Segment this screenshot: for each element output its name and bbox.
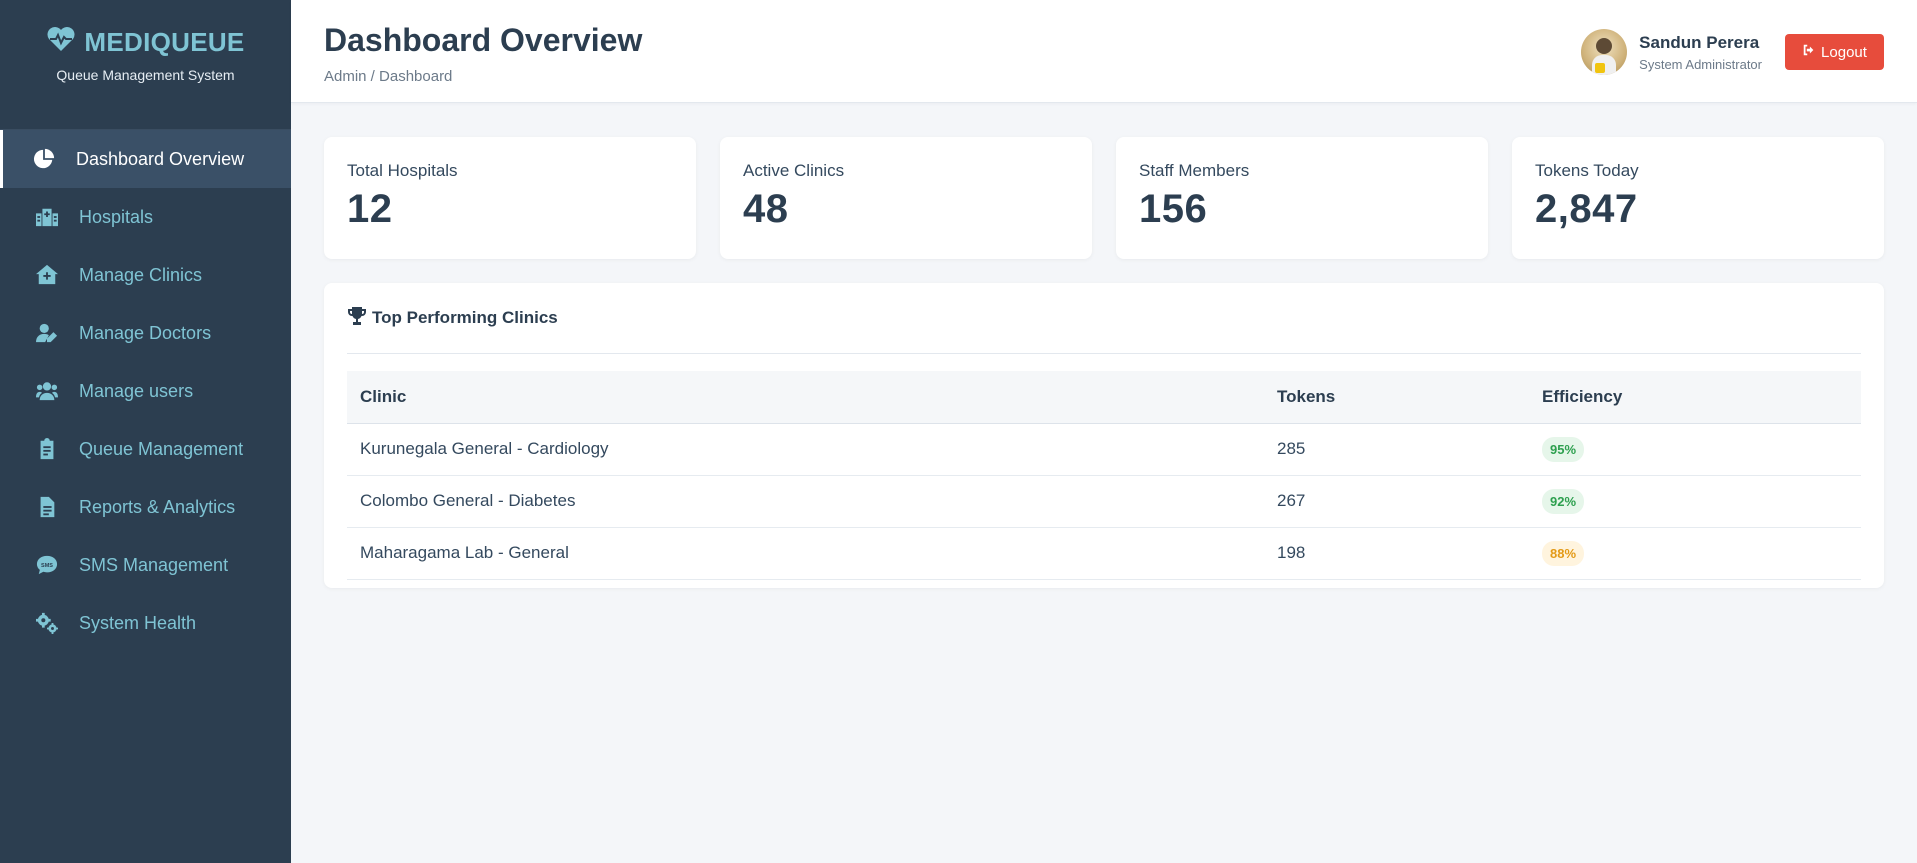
efficiency-badge: 95% xyxy=(1542,436,1585,462)
stat-card-active-clinics: Active Clinics 48 xyxy=(720,137,1092,259)
stat-value: 48 xyxy=(743,187,789,231)
table-row[interactable]: Colombo General - Diabetes 267 92% xyxy=(347,475,1861,528)
sidebar-item-sms-management[interactable]: SMS SMS Management xyxy=(0,536,291,594)
efficiency-badge: 92% xyxy=(1542,488,1585,514)
stat-label: Active Clinics xyxy=(743,161,845,180)
sidebar-nav: Dashboard Overview Hospitals Manage Clin… xyxy=(0,130,291,652)
clinics-table: Clinic Tokens Efficiency Kurunegala Gene… xyxy=(347,371,1861,580)
clinic-tokens: 285 xyxy=(1264,423,1529,476)
stat-value: 2,847 xyxy=(1535,187,1638,231)
avatar[interactable] xyxy=(1581,29,1628,75)
sidebar-item-label: Manage users xyxy=(79,380,194,401)
sidebar-item-dashboard-overview[interactable]: Dashboard Overview xyxy=(0,130,291,188)
sign-out-icon xyxy=(1802,43,1816,61)
stat-label: Tokens Today xyxy=(1535,161,1639,180)
sidebar-item-label: Reports & Analytics xyxy=(79,496,236,517)
sidebar-item-label: Hospitals xyxy=(79,206,154,227)
column-header-tokens[interactable]: Tokens xyxy=(1264,371,1529,424)
clinic-name: Colombo General - Diabetes xyxy=(347,475,1264,528)
page-title: Dashboard Overview xyxy=(324,22,643,58)
sidebar-item-reports-analytics[interactable]: Reports & Analytics xyxy=(0,478,291,536)
panel-title: Top Performing Clinics xyxy=(347,303,1861,354)
stat-card-staff-members: Staff Members 156 xyxy=(1116,137,1488,259)
sidebar-item-queue-management[interactable]: Queue Management xyxy=(0,420,291,478)
stat-value: 156 xyxy=(1139,187,1208,231)
column-header-clinic[interactable]: Clinic xyxy=(347,371,1264,424)
logout-button[interactable]: Logout xyxy=(1785,34,1884,70)
trophy-icon xyxy=(347,306,367,331)
sidebar-item-system-health[interactable]: System Health xyxy=(0,594,291,652)
table-header-row: Clinic Tokens Efficiency xyxy=(347,371,1861,424)
sidebar-item-label: Manage Clinics xyxy=(79,264,203,285)
column-header-efficiency[interactable]: Efficiency xyxy=(1529,371,1861,424)
sidebar-item-hospitals[interactable]: Hospitals xyxy=(0,188,291,246)
sidebar-item-label: SMS Management xyxy=(79,554,229,575)
sidebar-item-manage-users[interactable]: Manage users xyxy=(0,362,291,420)
user-profile[interactable]: Sandun Perera System Administrator xyxy=(1581,29,1762,75)
sms-bubble-icon: SMS xyxy=(33,553,61,577)
sidebar-item-label: Dashboard Overview xyxy=(76,148,245,169)
brand-title[interactable]: MEDIQUEUE xyxy=(0,26,291,59)
clinic-name: Kurunegala General - Cardiology xyxy=(347,423,1264,476)
user-info: Sandun Perera System Administrator xyxy=(1639,33,1762,72)
clipboard-icon xyxy=(33,437,61,461)
table-row[interactable]: Maharagama Lab - General 198 88% xyxy=(347,527,1861,580)
brand: MEDIQUEUE Queue Management System xyxy=(0,0,291,130)
efficiency-cell: 88% xyxy=(1529,527,1861,580)
clinic-name: Maharagama Lab - General xyxy=(347,527,1264,580)
pie-chart-icon xyxy=(30,147,58,171)
logout-label: Logout xyxy=(1821,43,1867,61)
user-name: Sandun Perera xyxy=(1639,32,1760,52)
stat-card-total-hospitals: Total Hospitals 12 xyxy=(324,137,696,259)
document-icon xyxy=(33,495,61,519)
sidebar-item-manage-clinics[interactable]: Manage Clinics xyxy=(0,246,291,304)
users-icon xyxy=(33,379,61,403)
top-header: Dashboard Overview Admin / Dashboard San… xyxy=(291,0,1917,103)
clinic-tokens: 198 xyxy=(1264,527,1529,580)
brand-name: MEDIQUEUE xyxy=(84,27,245,57)
efficiency-cell: 92% xyxy=(1529,475,1861,528)
user-role: System Administrator xyxy=(1639,56,1762,72)
efficiency-badge: 88% xyxy=(1542,540,1585,566)
svg-text:SMS: SMS xyxy=(41,563,53,569)
sidebar-item-label: System Health xyxy=(79,612,197,633)
gears-icon xyxy=(33,611,61,635)
panel-title-text: Top Performing Clinics xyxy=(372,308,558,327)
stat-value: 12 xyxy=(347,187,393,231)
heartbeat-icon xyxy=(46,26,76,59)
brand-subtitle: Queue Management System xyxy=(56,67,235,83)
table-row[interactable]: Kurunegala General - Cardiology 285 95% xyxy=(347,423,1861,476)
stats-row: Total Hospitals 12 Active Clinics 48 Sta… xyxy=(324,137,1884,259)
stat-label: Total Hospitals xyxy=(347,161,458,180)
top-clinics-panel: Top Performing Clinics Clinic Tokens Eff… xyxy=(324,283,1884,588)
breadcrumb: Admin / Dashboard xyxy=(324,68,453,85)
clinic-plus-icon xyxy=(33,263,61,287)
sidebar-item-label: Manage Doctors xyxy=(79,322,212,343)
sidebar-item-label: Queue Management xyxy=(79,438,244,459)
clinic-tokens: 267 xyxy=(1264,475,1529,528)
efficiency-cell: 95% xyxy=(1529,423,1861,476)
stat-label: Staff Members xyxy=(1139,161,1250,180)
user-edit-icon xyxy=(33,321,61,345)
stat-card-tokens-today: Tokens Today 2,847 xyxy=(1512,137,1884,259)
sidebar-item-manage-doctors[interactable]: Manage Doctors xyxy=(0,304,291,362)
sidebar: MEDIQUEUE Queue Management System Dashbo… xyxy=(0,0,291,863)
hospital-icon xyxy=(33,205,61,229)
